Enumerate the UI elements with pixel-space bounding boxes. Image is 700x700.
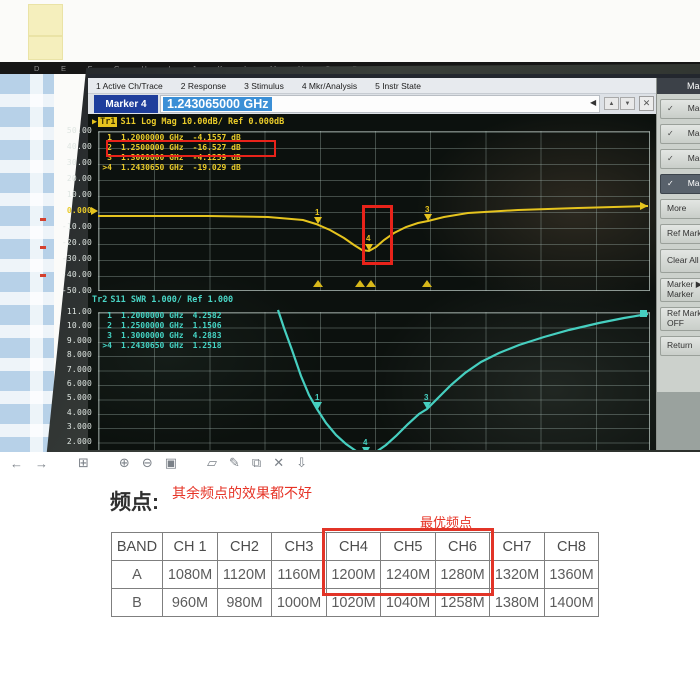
freq-points-label: 频点: xyxy=(110,486,159,516)
marker-entry-label: Marker 4 xyxy=(94,95,158,113)
marker-frequency-input[interactable]: 1.243065000 GHz xyxy=(160,95,600,113)
annotation-box-best-channels xyxy=(322,528,494,596)
y-tick: 8.000 xyxy=(40,350,92,359)
y-tick: -10.00 xyxy=(40,222,92,231)
menu-mkr-analysis[interactable]: 4 Mkr/Analysis xyxy=(302,81,357,91)
image-viewer-toolbar: ← → ⊞ ⊕ ⊖ ▣ ▱ ✎ ⧉ ✕ ⇩ xyxy=(0,452,700,474)
softkey-ref-marker-mode[interactable]: Ref Marker Mode OFF xyxy=(660,307,700,331)
marker3-label: 3 xyxy=(425,205,430,214)
softkey-marker-4[interactable]: ✓Marker 4 xyxy=(660,174,700,194)
ref-level-arrow-icon xyxy=(91,207,98,215)
trace2-swr-line xyxy=(278,310,648,450)
axis-marker-triangle-icon xyxy=(313,280,323,287)
softkey-panel: Marker ✓Marker 1 ✓Marker 2 ✓Marker 3 ✓Ma… xyxy=(656,78,700,450)
spin-down-button[interactable]: ▼ xyxy=(620,97,635,110)
trace-overlay: 1 3 4 1 3 4 xyxy=(88,114,656,450)
document-area: 频点: 其余频点的效果都不好 最优频点 BANDCH 1CH2CH3CH4CH5… xyxy=(0,474,700,700)
softkey-marker-to-ref[interactable]: Marker ▶ Ref Marker xyxy=(660,278,700,302)
y-tick: 7.000 xyxy=(40,365,92,374)
y-tick: 50.00 xyxy=(40,126,92,135)
axis-marker-triangle-icon xyxy=(422,280,432,287)
actual-size-icon[interactable]: ▣ xyxy=(165,455,177,471)
crop-icon[interactable]: ▱ xyxy=(207,455,217,471)
softkey-more[interactable]: More xyxy=(660,199,700,219)
delete-icon[interactable]: ✕ xyxy=(273,455,284,471)
vna-menubar: 1 Active Ch/Trace 2 Response 3 Stimulus … xyxy=(88,78,656,94)
spreadsheet-yellow-cell xyxy=(28,4,63,36)
sheet-red-mark xyxy=(40,218,46,221)
softkey-panel-filler xyxy=(657,392,700,450)
swr-marker3-label: 3 xyxy=(424,393,429,402)
screenshot-root: DEFGHIJKLMNOPQRSTUVWXYZAAAB 1 Active Ch/… xyxy=(0,0,700,700)
axis-marker-triangle-icon xyxy=(355,280,365,287)
back-icon[interactable]: ← xyxy=(10,456,23,471)
marker1-label: 1 xyxy=(315,208,320,217)
y-tick: 4.000 xyxy=(40,408,92,417)
marker-frequency-value: 1.243065000 GHz xyxy=(163,97,272,111)
copy-icon[interactable]: ⧉ xyxy=(252,455,261,471)
close-icon[interactable]: ✕ xyxy=(639,96,654,111)
speaker-icon: ◀ xyxy=(590,98,596,107)
menu-response[interactable]: 2 Response xyxy=(181,81,226,91)
y-tick: 6.000 xyxy=(40,379,92,388)
softkey-marker-3[interactable]: ✓Marker 3 xyxy=(660,149,700,169)
trace2-right-marker-icon xyxy=(640,310,647,317)
spreadsheet-yellow-cell xyxy=(28,36,63,60)
y-tick: 9.000 xyxy=(40,336,92,345)
annotation-other-channels: 其余频点的效果都不好 xyxy=(172,483,312,503)
y-tick: 2.000 xyxy=(40,437,92,446)
axis-marker-triangle-icon xyxy=(366,280,376,287)
y-tick: 20.00 xyxy=(40,174,92,183)
swr-marker4-label: 4 xyxy=(363,438,368,447)
softkey-ref-marker[interactable]: Ref Marker xyxy=(660,224,700,244)
y-tick: -20.00 xyxy=(40,238,92,247)
y-tick: 11.00 xyxy=(40,307,92,316)
zoom-in-icon[interactable]: ⊕ xyxy=(119,455,130,471)
y-tick-ref: 0.000 xyxy=(40,206,92,215)
y-tick: -50.00 xyxy=(40,286,92,295)
softkey-clear-all-markers[interactable]: Clear All Markers xyxy=(660,249,700,273)
softkey-return[interactable]: Return xyxy=(660,336,700,356)
y-tick: -40.00 xyxy=(40,270,92,279)
softkey-marker-2[interactable]: ✓Marker 2 xyxy=(660,124,700,144)
softkey-marker-1[interactable]: ✓Marker 1 xyxy=(660,99,700,119)
zoom-out-icon[interactable]: ⊖ xyxy=(142,455,153,471)
grid-view-icon[interactable]: ⊞ xyxy=(78,455,89,471)
swr-marker1-label: 1 xyxy=(315,393,320,402)
y-tick: 3.000 xyxy=(40,422,92,431)
y-tick: 30.00 xyxy=(40,158,92,167)
annotation-box-dip xyxy=(362,205,393,265)
y-tick: 5.000 xyxy=(40,393,92,402)
menu-stimulus[interactable]: 3 Stimulus xyxy=(244,81,284,91)
spin-up-button[interactable]: ▲ xyxy=(604,97,619,110)
y-tick: 10.00 xyxy=(40,321,92,330)
softkey-panel-title: Marker xyxy=(657,78,700,94)
swr-marker4-triangle-icon xyxy=(362,447,370,450)
trace1-right-arrow-icon xyxy=(640,202,648,210)
menu-instr-state[interactable]: 5 Instr State xyxy=(375,81,421,91)
download-icon[interactable]: ⇩ xyxy=(296,455,307,471)
forward-icon[interactable]: → xyxy=(35,456,48,471)
menu-active-ch-trace[interactable]: 1 Active Ch/Trace xyxy=(96,81,163,91)
y-tick: -30.00 xyxy=(40,254,92,263)
y-tick: 10.00 xyxy=(40,190,92,199)
edit-icon[interactable]: ✎ xyxy=(229,455,240,471)
y-tick: 40.00 xyxy=(40,142,92,151)
marker-entry-bar: Marker 4 1.243065000 GHz ▲ ▼ ◀ ✕ xyxy=(88,94,656,114)
